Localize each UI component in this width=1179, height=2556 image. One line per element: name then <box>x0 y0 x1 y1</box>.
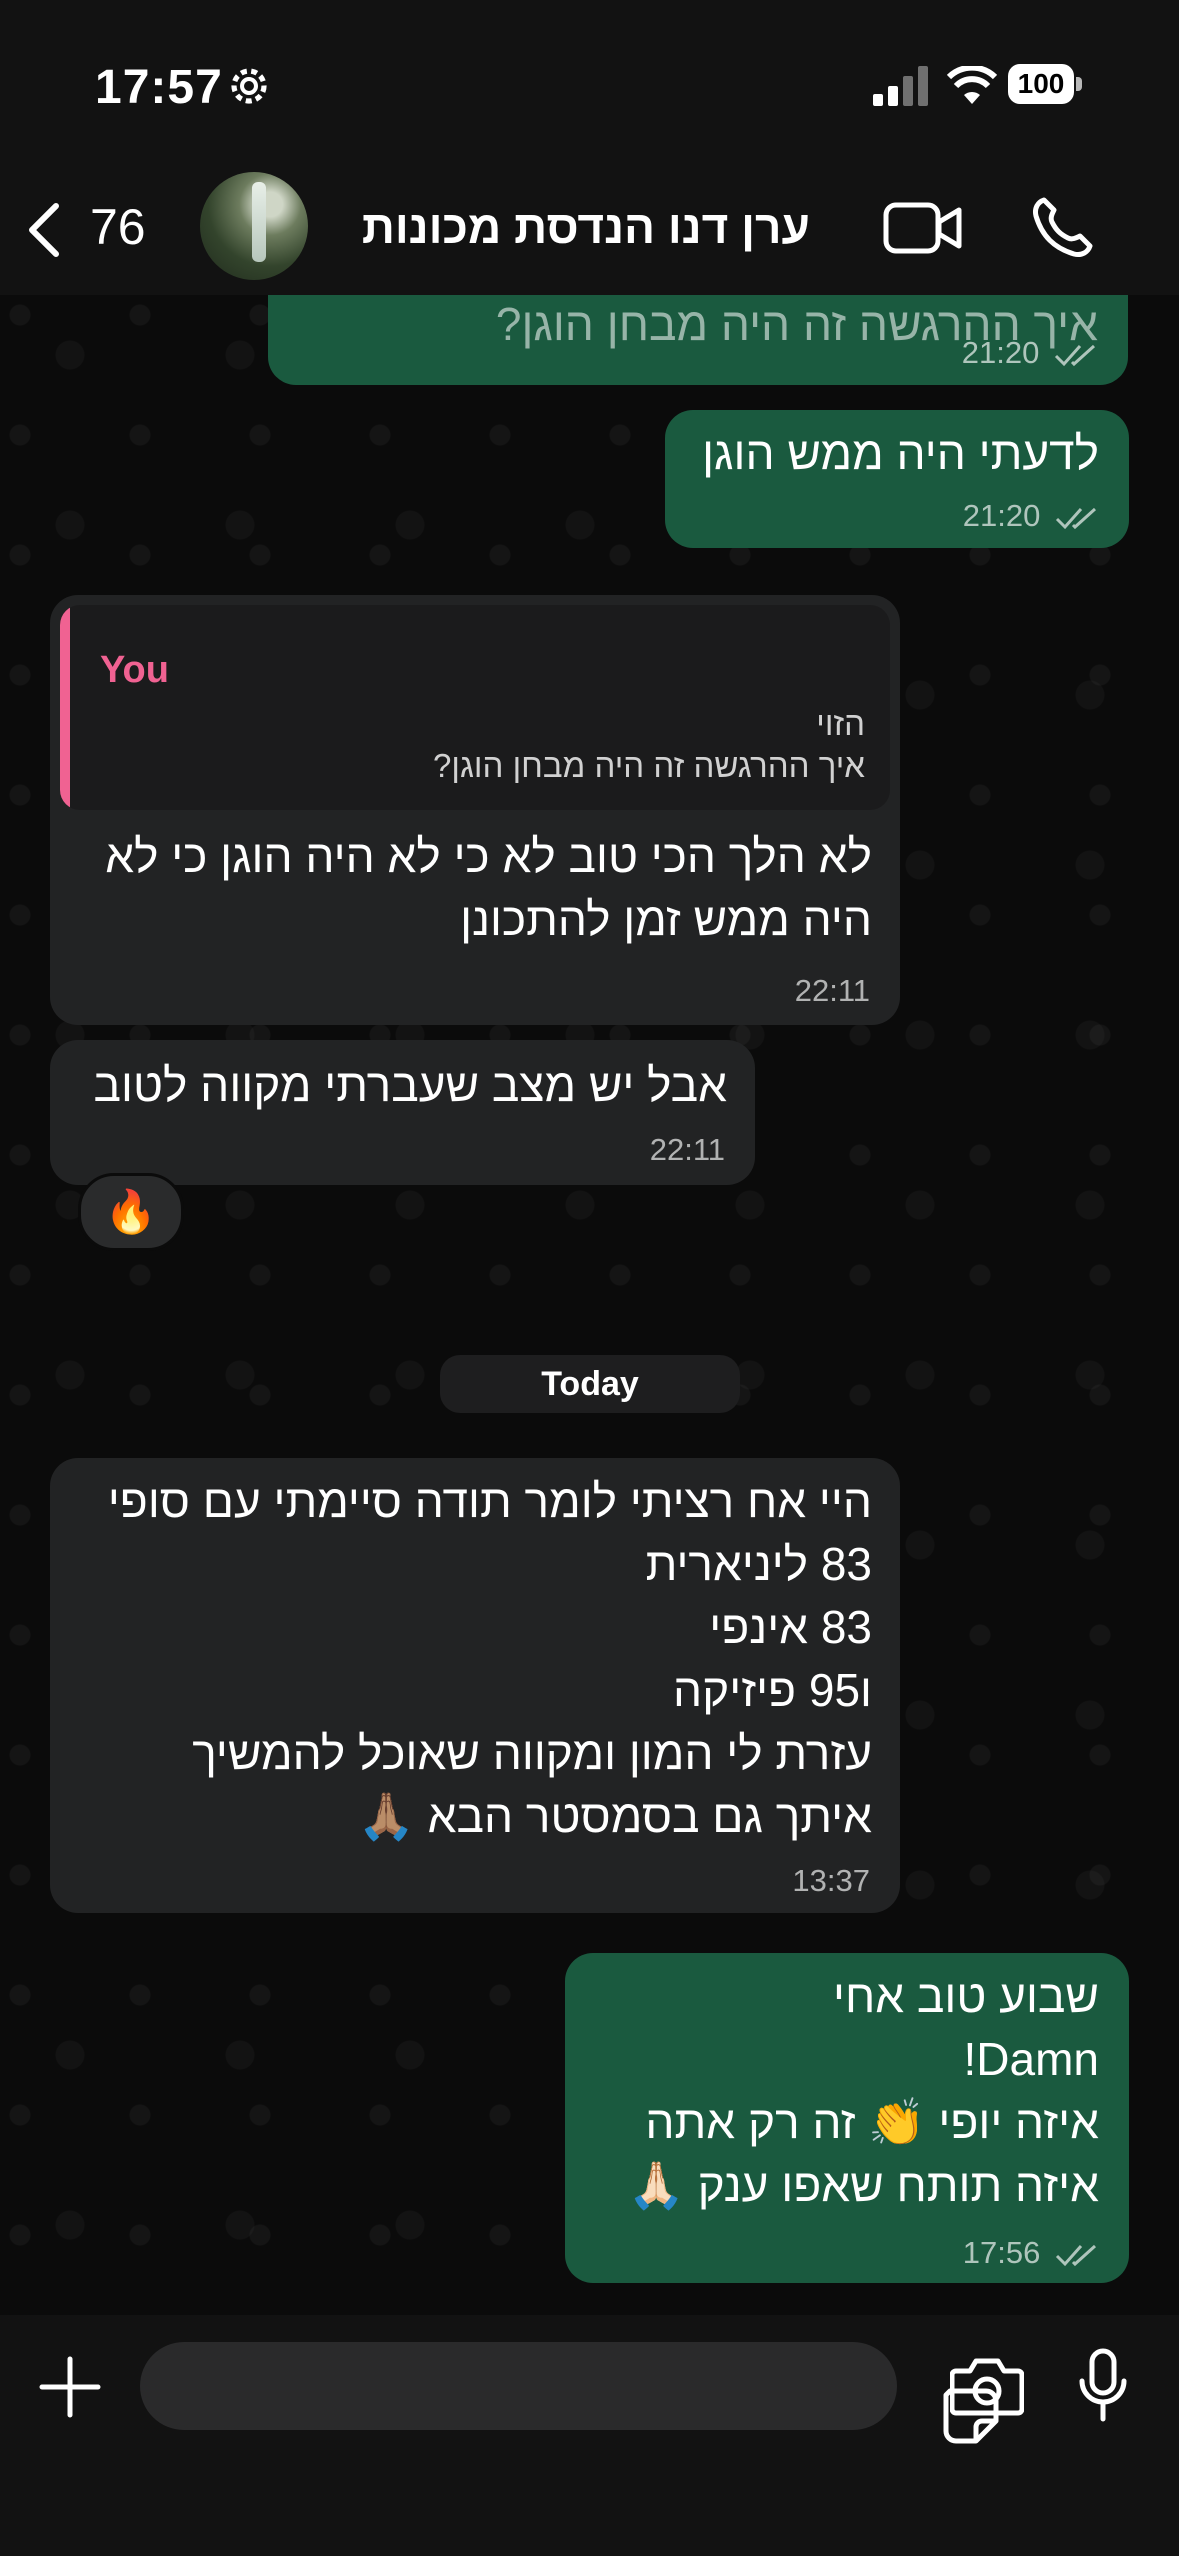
message-list[interactable]: איך ההרגשה זה היה מבחן הוגן? 21:20 לדעתי… <box>0 295 1179 2315</box>
message-text: איזה יופי 👏 זה רק אתה <box>645 2096 1099 2148</box>
status-bar: 17:57 100 <box>0 0 1179 160</box>
message-text: לא הלך הכי טוב לא כי לא היה הוגן כי לא <box>105 830 872 882</box>
message-meta: 17:56 <box>963 2235 1099 2271</box>
microphone-icon[interactable] <box>1078 2347 1128 2423</box>
message-text: היי אח רציתי לומר תודה סיימתי עם סופי <box>107 1475 872 1527</box>
date-divider: Today <box>440 1355 740 1413</box>
message-text: Damn! <box>963 2033 1100 2085</box>
incoming-message[interactable]: אבל יש מצב שעברתי מקווה לטוב 22:11 <box>50 1040 755 1185</box>
avatar[interactable] <box>200 172 308 280</box>
back-chevron-icon[interactable] <box>22 200 64 260</box>
message-text: איזה תותח שאפו ענק 🙏🏻 <box>627 2159 1099 2211</box>
message-text: עזרת לי המון ומקווה שאוכל להמשיך <box>192 1727 872 1779</box>
gear-icon <box>231 68 267 104</box>
status-time: 17:57 <box>95 61 223 114</box>
outgoing-message[interactable]: איך ההרגשה זה היה מבחן הוגן? 21:20 <box>268 295 1128 385</box>
battery-icon: 100 <box>1008 64 1084 108</box>
unread-count[interactable]: 76 <box>90 198 146 256</box>
incoming-message[interactable]: היי אח רציתי לומר תודה סיימתי עם סופי 83… <box>50 1458 900 1913</box>
message-text: אבל יש מצב שעברתי מקווה לטוב <box>93 1059 727 1111</box>
message-time: 22:11 <box>649 1132 725 1167</box>
double-check-icon <box>1055 507 1097 529</box>
composer-bar <box>0 2315 1179 2556</box>
battery-level: 100 <box>1008 64 1074 104</box>
camera-icon[interactable] <box>950 2355 1024 2417</box>
message-time: 21:20 <box>962 498 1041 533</box>
quoted-message[interactable]: You הזוי איך ההרגשה זה היה מבחן הוגן? <box>60 605 890 810</box>
message-text: 83 ליניארית <box>645 1538 872 1590</box>
message-text: לדעתי היה ממש הוגן <box>702 427 1099 479</box>
message-text: 83 אינפי <box>709 1601 872 1653</box>
contact-name[interactable]: ערן דנו הנדסת מכונות <box>340 200 810 254</box>
message-time: 17:56 <box>962 2235 1041 2270</box>
message-text: שבוע טוב אחי <box>833 1970 1099 2022</box>
message-text: איתך גם בסמסטר הבא 🙏🏽 <box>357 1790 872 1842</box>
message-time: 21:20 <box>961 335 1040 370</box>
phone-icon[interactable] <box>1030 194 1096 260</box>
video-call-icon[interactable] <box>883 200 963 256</box>
quote-line: איך ההרגשה זה היה מבחן הוגן? <box>433 747 865 784</box>
signal-icon <box>873 66 928 106</box>
quote-line: הזוי <box>816 705 865 742</box>
message-time: 22:11 <box>794 973 870 1008</box>
message-text: ו95 פיזיקה <box>672 1664 872 1716</box>
wifi-icon <box>947 66 997 104</box>
outgoing-message[interactable]: לדעתי היה ממש הוגן 21:20 <box>665 410 1129 548</box>
message-text: היה ממש זמן להתכונן <box>460 893 872 945</box>
plus-icon[interactable] <box>38 2355 102 2419</box>
reaction-badge[interactable]: 🔥 <box>78 1173 184 1251</box>
message-input[interactable] <box>140 2342 999 2444</box>
message-meta: 21:20 <box>963 498 1099 534</box>
incoming-message[interactable]: You הזוי איך ההרגשה זה היה מבחן הוגן? לא… <box>50 595 900 1025</box>
chat-header: 76 ערן דנו הנדסת מכונות <box>0 160 1179 295</box>
message-time: 13:37 <box>792 1863 870 1898</box>
outgoing-message[interactable]: שבוע טוב אחי Damn! איזה יופי 👏 זה רק אתה… <box>565 1953 1129 2283</box>
quote-author: You <box>100 649 169 691</box>
double-check-icon <box>1055 2244 1097 2266</box>
message-meta: 21:20 <box>962 335 1098 371</box>
double-check-icon <box>1054 344 1096 366</box>
